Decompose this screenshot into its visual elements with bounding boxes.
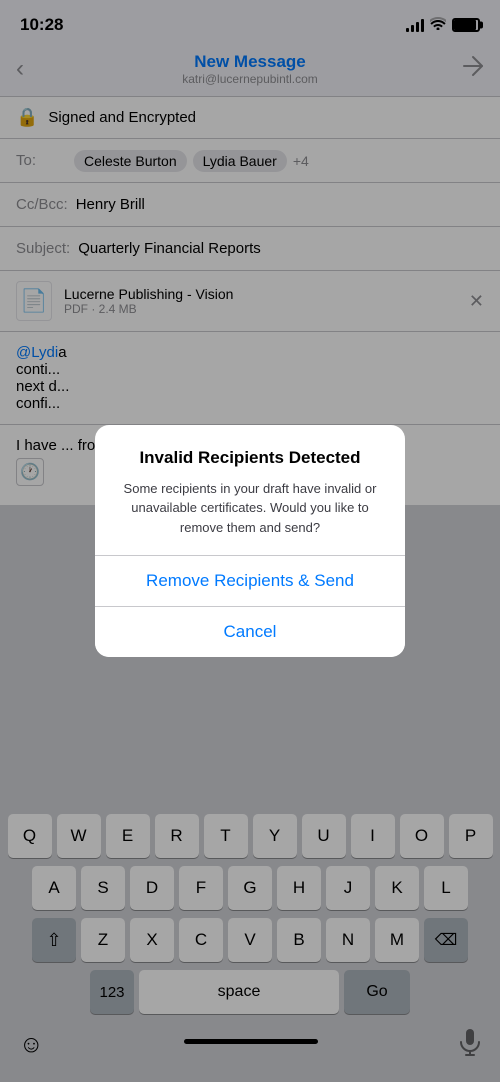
alert-content: Invalid Recipients Detected Some recipie… xyxy=(95,425,405,556)
alert-title: Invalid Recipients Detected xyxy=(115,447,385,469)
cancel-button[interactable]: Cancel xyxy=(95,607,405,657)
alert-message: Some recipients in your draft have inval… xyxy=(115,479,385,538)
remove-recipients-button[interactable]: Remove Recipients & Send xyxy=(95,556,405,606)
modal-overlay: Invalid Recipients Detected Some recipie… xyxy=(0,0,500,1082)
alert-dialog: Invalid Recipients Detected Some recipie… xyxy=(95,425,405,658)
